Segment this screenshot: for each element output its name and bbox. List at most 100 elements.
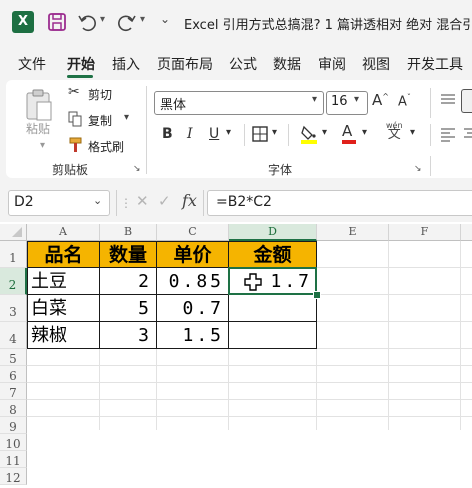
- gridline: [460, 241, 461, 430]
- tab-data[interactable]: 数据: [273, 54, 301, 74]
- customize-toolbar-icon[interactable]: ⌄: [160, 12, 170, 26]
- align-center-icon[interactable]: [464, 126, 472, 146]
- column-header-g[interactable]: [461, 224, 472, 241]
- borders-dropdown-icon[interactable]: ▾: [272, 127, 277, 138]
- bold-button[interactable]: B: [162, 126, 173, 142]
- format-painter-button[interactable]: 格式刷: [88, 138, 124, 155]
- group-divider: [430, 156, 431, 176]
- phonetic-dropdown-icon[interactable]: ▾: [410, 127, 415, 138]
- cell-b4[interactable]: 3: [100, 322, 156, 348]
- redo-dropdown-icon[interactable]: ▾: [140, 14, 145, 25]
- copy-dropdown-icon[interactable]: ▾: [124, 112, 129, 123]
- cell-c4[interactable]: 1.5: [157, 322, 228, 348]
- row-header-8[interactable]: 8: [0, 400, 27, 417]
- column-header-c[interactable]: C: [157, 224, 229, 241]
- name-box-value: D2: [14, 194, 34, 210]
- font-size-value: 16: [331, 94, 348, 109]
- italic-button[interactable]: I: [187, 126, 193, 142]
- row-header-4[interactable]: 4: [0, 322, 27, 349]
- undo-dropdown-icon[interactable]: ▾: [100, 14, 105, 25]
- row-header-12[interactable]: 12: [0, 468, 27, 485]
- borders-icon[interactable]: [252, 126, 268, 146]
- column-header-a[interactable]: A: [27, 224, 100, 241]
- row-header-1[interactable]: 1: [0, 241, 27, 268]
- fill-handle[interactable]: [313, 291, 321, 299]
- cancel-icon[interactable]: ✕: [136, 192, 149, 210]
- row-header-3[interactable]: 3: [0, 295, 27, 322]
- insert-function-button[interactable]: fx: [182, 191, 197, 210]
- cell-a2[interactable]: 土豆: [28, 268, 99, 294]
- select-all-corner[interactable]: [0, 224, 27, 241]
- cut-button[interactable]: 剪切: [88, 86, 112, 103]
- cut-icon[interactable]: ✂: [68, 84, 80, 100]
- font-size-dropdown-icon[interactable]: ▾: [354, 94, 359, 105]
- row-header-5[interactable]: 5: [0, 349, 27, 366]
- align-middle-icon[interactable]: [461, 89, 472, 113]
- tab-formulas[interactable]: 公式: [229, 54, 257, 74]
- cell-a1[interactable]: 品名: [28, 242, 99, 267]
- cell-b1[interactable]: 数量: [100, 242, 156, 267]
- ribbon-home: 粘贴 ▾ ✂ 剪切 复制 ▾ 格式刷 剪贴板 ↘ 黑体 ▾ 16 ▾ A^ Aˇ…: [6, 80, 472, 178]
- column-header-e[interactable]: E: [317, 224, 389, 241]
- paste-dropdown-icon[interactable]: ▾: [40, 140, 45, 151]
- row-header-7[interactable]: 7: [0, 383, 27, 400]
- ribbon-tabs: 文件 开始 插入 页面布局 公式 数据 审阅 视图 开发工具: [0, 44, 472, 80]
- clipboard-launcher-icon[interactable]: ↘: [133, 164, 141, 174]
- cell-a4[interactable]: 辣椒: [28, 322, 99, 348]
- gridline: [316, 321, 472, 322]
- tab-view[interactable]: 视图: [362, 54, 390, 74]
- formula-bar-divider: [116, 190, 117, 216]
- row-header-11[interactable]: 11: [0, 451, 27, 468]
- underline-button[interactable]: U: [209, 126, 219, 142]
- cell-b3[interactable]: 5: [100, 295, 156, 321]
- undo-icon[interactable]: [76, 11, 98, 33]
- align-top-icon[interactable]: [440, 92, 456, 112]
- format-painter-icon[interactable]: [68, 137, 84, 157]
- tab-developer[interactable]: 开发工具: [407, 54, 463, 74]
- fill-color-dropdown-icon[interactable]: ▾: [322, 127, 327, 138]
- align-left-icon[interactable]: [440, 126, 456, 146]
- grow-font-icon[interactable]: A^: [372, 91, 389, 109]
- row-header-6[interactable]: 6: [0, 366, 27, 383]
- tab-file[interactable]: 文件: [18, 54, 46, 74]
- paste-button[interactable]: 粘贴: [26, 120, 50, 137]
- cell-c1[interactable]: 单价: [157, 242, 228, 267]
- cell-b2[interactable]: 2: [100, 268, 156, 294]
- row-header-2[interactable]: 2: [0, 268, 27, 295]
- font-color-icon[interactable]: A: [342, 123, 356, 144]
- copy-icon[interactable]: [68, 111, 82, 131]
- underline-dropdown-icon[interactable]: ▾: [226, 127, 231, 138]
- font-name-dropdown-icon[interactable]: ▾: [312, 94, 317, 105]
- tab-page-layout[interactable]: 页面布局: [157, 54, 213, 74]
- column-header-b[interactable]: B: [100, 224, 157, 241]
- name-box-dropdown-icon[interactable]: ⌄: [93, 194, 102, 207]
- gridline: [27, 365, 472, 366]
- cell-d4[interactable]: [229, 322, 316, 348]
- group-divider: [244, 124, 245, 146]
- fill-color-icon[interactable]: [300, 124, 318, 148]
- tab-home[interactable]: 开始: [67, 54, 95, 74]
- column-header-f[interactable]: F: [389, 224, 461, 241]
- clipboard-group-label: 剪贴板: [52, 163, 89, 177]
- cell-d1[interactable]: 金额: [229, 242, 316, 267]
- group-divider: [288, 124, 289, 146]
- formula-bar-divider: [203, 190, 204, 216]
- cell-c2[interactable]: 0.85: [157, 268, 228, 294]
- font-launcher-icon[interactable]: ↘: [414, 164, 422, 174]
- cell-d3[interactable]: [229, 295, 316, 321]
- copy-button[interactable]: 复制: [88, 112, 112, 129]
- cell-a3[interactable]: 白菜: [28, 295, 99, 321]
- cell-c3[interactable]: 0.7: [157, 295, 228, 321]
- shrink-font-icon[interactable]: Aˇ: [398, 93, 411, 109]
- tab-insert[interactable]: 插入: [112, 54, 140, 74]
- redo-icon[interactable]: [116, 11, 138, 33]
- formula-bar-resize-icon[interactable]: ⋮: [120, 196, 132, 210]
- tab-review[interactable]: 审阅: [318, 54, 346, 74]
- save-icon[interactable]: [46, 11, 68, 33]
- row-header-10[interactable]: 10: [0, 434, 27, 451]
- column-header-d[interactable]: D: [229, 224, 317, 241]
- enter-icon[interactable]: ✓: [158, 192, 171, 210]
- phonetic-guide-icon[interactable]: wén 文: [386, 121, 403, 141]
- row-header-9[interactable]: 9: [0, 417, 27, 434]
- font-color-dropdown-icon[interactable]: ▾: [362, 127, 367, 138]
